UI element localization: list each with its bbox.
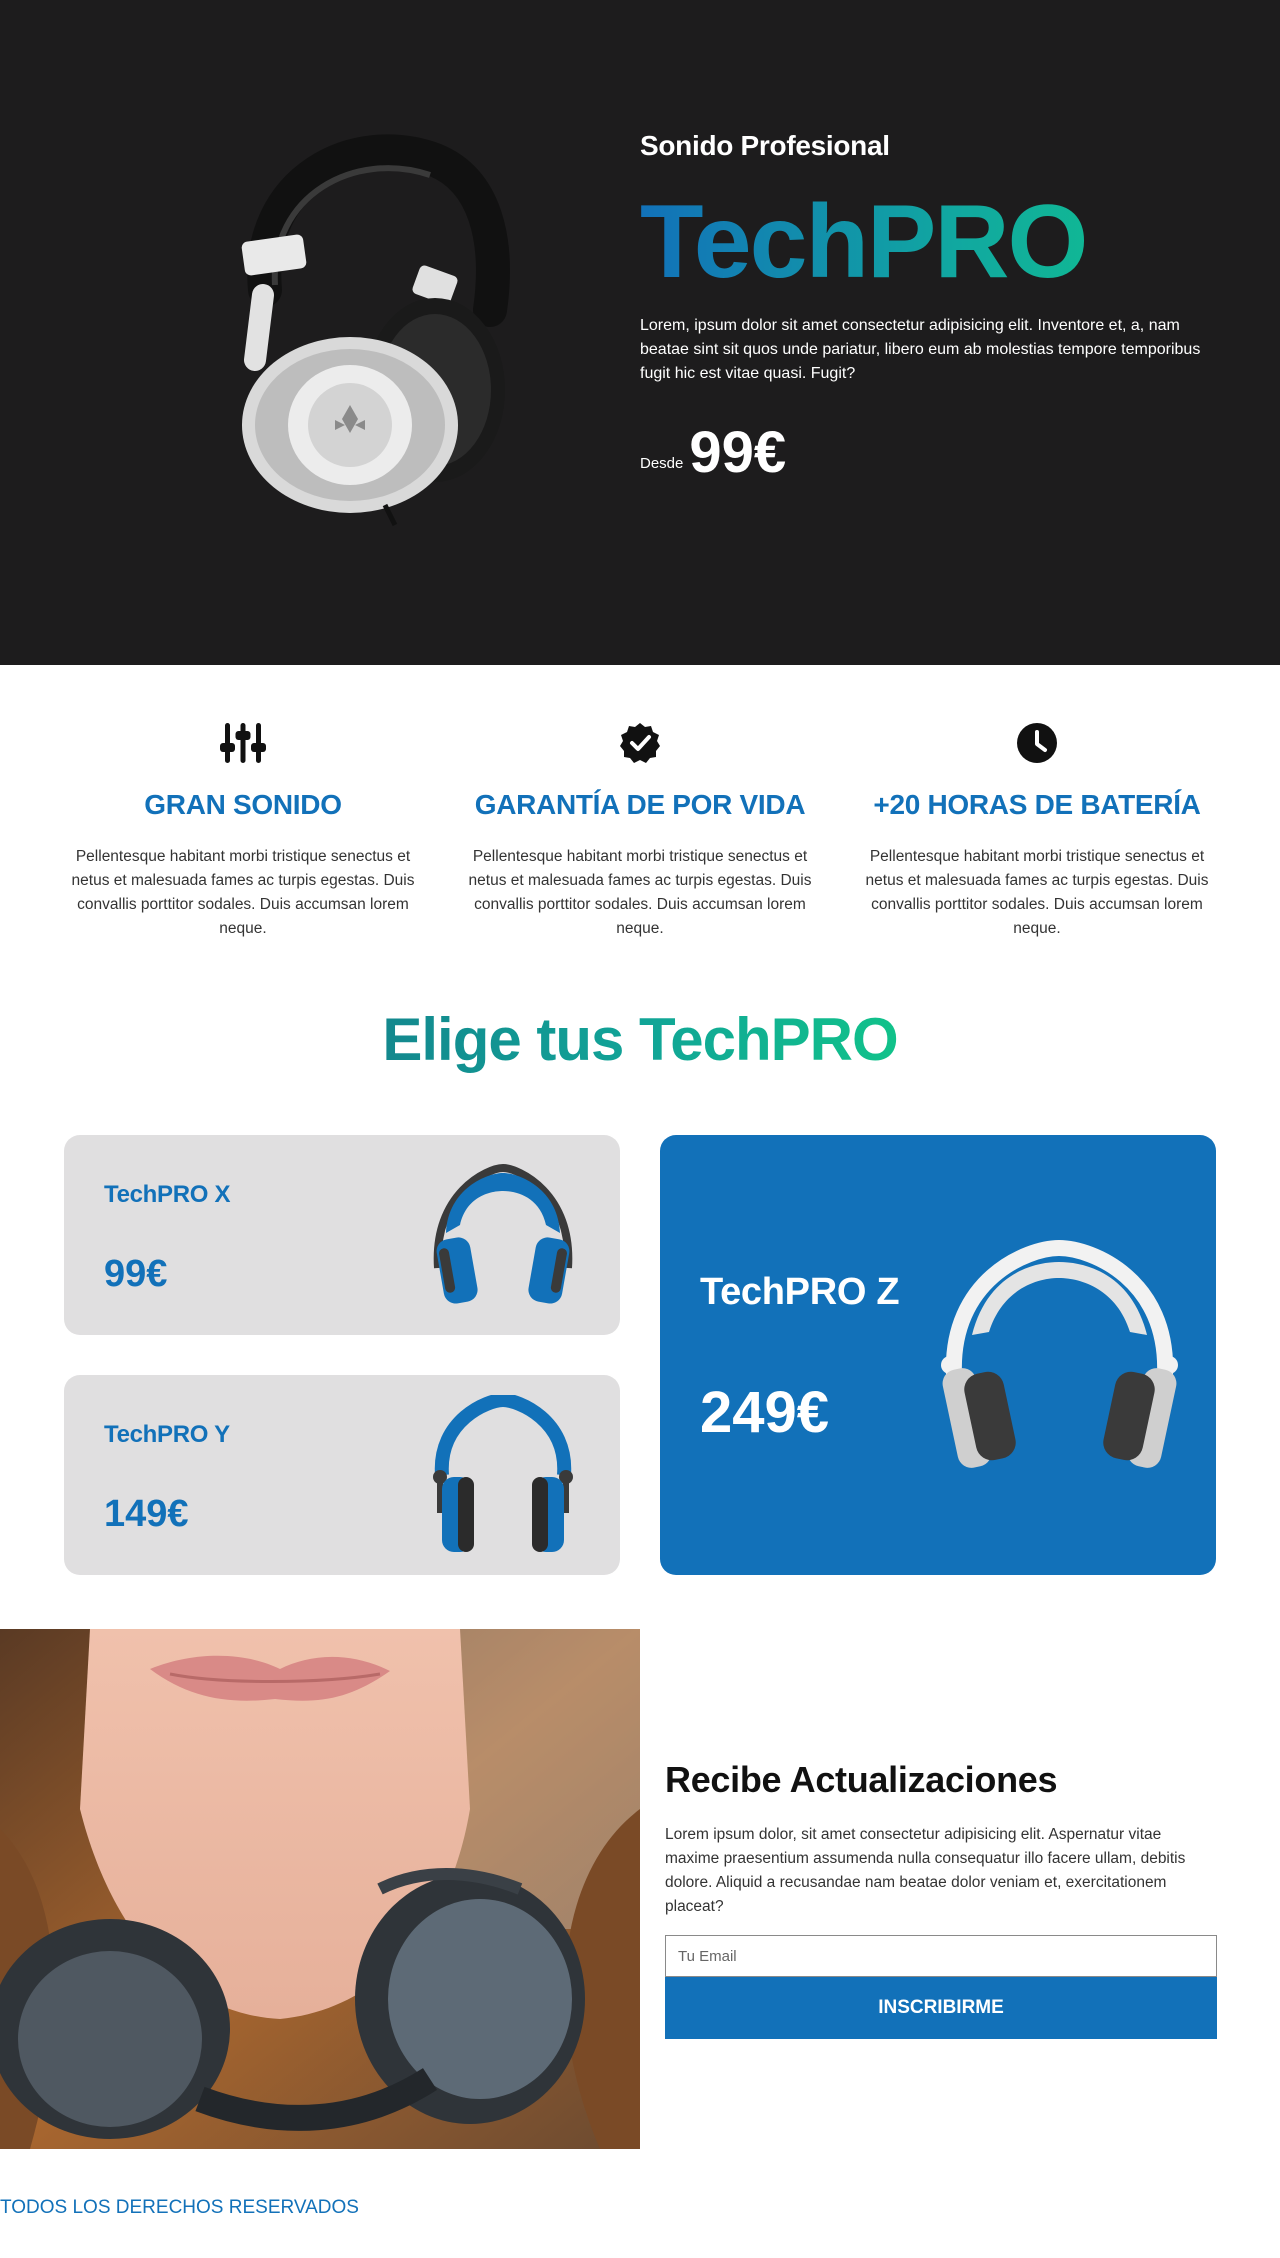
newsletter-text: Lorem ipsum dolor, sit amet consectetur … [665,1826,1186,1915]
headphones-icon [428,1163,578,1313]
footer-copyright: TODOS LOS DERECHOS RESERVADOS [0,2197,359,2218]
product-card-x[interactable]: TechPRO X 99€ [64,1135,620,1335]
feature-text: Pellentesque habitant morbi tristique se… [865,848,1209,937]
equalizer-sliders-icon [58,717,428,769]
hero-title: TechPRO [640,190,1215,294]
feature-text: Pellentesque habitant morbi tristique se… [71,848,415,937]
hero-text-block: Sonido Profesional TechPRO Lorem, ipsum … [640,130,1215,482]
headphones-product-image [235,120,510,530]
feature-title: GARANTÍA DE POR VIDA [474,789,806,820]
product-price: 249€ [700,1380,830,1445]
feature-text: Pellentesque habitant morbi tristique se… [468,848,812,937]
product-name: TechPRO Z [700,1271,900,1313]
product-name: TechPRO Y [104,1421,230,1448]
features-section: GRAN SONIDO Pellentesque habitant morbi … [0,665,1280,995]
subscribe-button[interactable]: INSCRIBIRME [665,1977,1217,2039]
choose-title-text: Elige tus TechPRO [382,1006,898,1073]
feature-battery: +20 HORAS DE BATERÍA Pellentesque habita… [852,717,1222,995]
feature-title: GRAN SONIDO [144,789,342,820]
woman-with-headphones-photo [0,1629,640,2149]
hero-description: Lorem, ipsum dolor sit amet consectetur … [640,317,1201,382]
clock-icon [852,717,1222,769]
product-price: 99€ [104,1253,168,1295]
feature-title: +20 HORAS DE BATERÍA [873,789,1201,820]
check-badge-icon [455,717,825,769]
choose-title: Elige tus TechPRO [0,1005,1280,1085]
product-name: TechPRO X [104,1181,231,1208]
hero-price: 99€ [689,420,787,485]
product-card-y[interactable]: TechPRO Y 149€ [64,1375,620,1575]
hero-price-prefix: Desde [640,455,684,472]
email-input[interactable] [665,1935,1217,1977]
headphones-icon [428,1392,578,1560]
feature-warranty: GARANTÍA DE POR VIDA Pellentesque habita… [455,717,825,995]
product-price: 149€ [104,1493,189,1535]
products-section: TechPRO X 99€ TechPRO Y 149€ TechPRO Z 2… [0,1135,1280,1629]
hero-section: Sonido Profesional TechPRO Lorem, ipsum … [0,0,1280,665]
footer: TODOS LOS DERECHOS RESERVADOS [0,2149,1280,2258]
headphones-icon [932,1239,1187,1485]
feature-sound: GRAN SONIDO Pellentesque habitant morbi … [58,717,428,995]
product-card-z[interactable]: TechPRO Z 249€ [660,1135,1216,1575]
newsletter-section: Recibe Actualizaciones Lorem ipsum dolor… [0,1629,1280,2149]
newsletter-content: Recibe Actualizaciones Lorem ipsum dolor… [665,1759,1217,2039]
hero-eyebrow: Sonido Profesional [640,130,890,161]
newsletter-title: Recibe Actualizaciones [665,1759,1058,1800]
hero-price-row: Desde 99€ [640,424,1215,482]
